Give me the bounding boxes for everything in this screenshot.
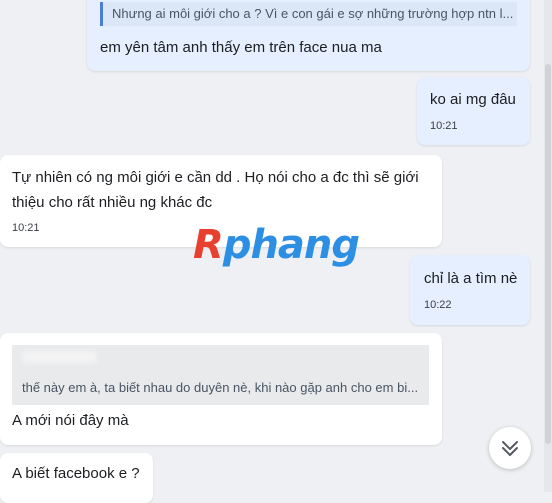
message-bubble-sent[interactable]: ko ai mg đâu 10:21 (417, 77, 530, 145)
scroll-to-bottom-button[interactable] (489, 427, 531, 469)
reply-quote-text: thế này em à, ta biết nhau do duyên nè, … (22, 380, 419, 395)
reply-quote[interactable]: thế này em à, ta biết nhau do duyên nè, … (12, 345, 429, 405)
message-text: A biết facebook e ? (12, 465, 140, 482)
message-text: em yên tâm anh thấy em trên face nua ma (100, 39, 382, 56)
message-text: ko ai mg đâu (430, 91, 516, 108)
message-bubble-sent[interactable]: chỉ là a tìm nè 10:22 (410, 255, 530, 325)
message-bubble-sent[interactable]: Nhưng ai môi giới cho a ? Vì e con gái e… (87, 0, 530, 71)
message-timestamp: 10:21 (430, 120, 458, 132)
message-timestamp: 10:22 (424, 299, 452, 311)
chevron-double-down-icon (502, 441, 518, 456)
reply-quote[interactable]: Nhưng ai môi giới cho a ? Vì e con gái e… (100, 2, 517, 26)
message-text: chỉ là a tìm nè (424, 270, 518, 287)
message-text: A mới nói đây mà (12, 412, 129, 429)
chat-message-area[interactable]: Nhưng ai môi giới cho a ? Vì e con gái e… (0, 0, 552, 503)
message-bubble-received[interactable]: thế này em à, ta biết nhau do duyên nè, … (0, 333, 442, 445)
scrollbar-thumb[interactable] (545, 64, 551, 444)
scrollbar-track[interactable] (544, 0, 552, 492)
message-bubble-received[interactable]: A biết facebook e ? (0, 453, 153, 503)
message-text: Tự nhiên có ng môi giới e cần dd . Họ nó… (12, 169, 419, 211)
message-timestamp: 10:21 (12, 222, 40, 234)
watermark-logo: Rphang (193, 222, 360, 268)
quoted-sender-name (22, 351, 97, 363)
